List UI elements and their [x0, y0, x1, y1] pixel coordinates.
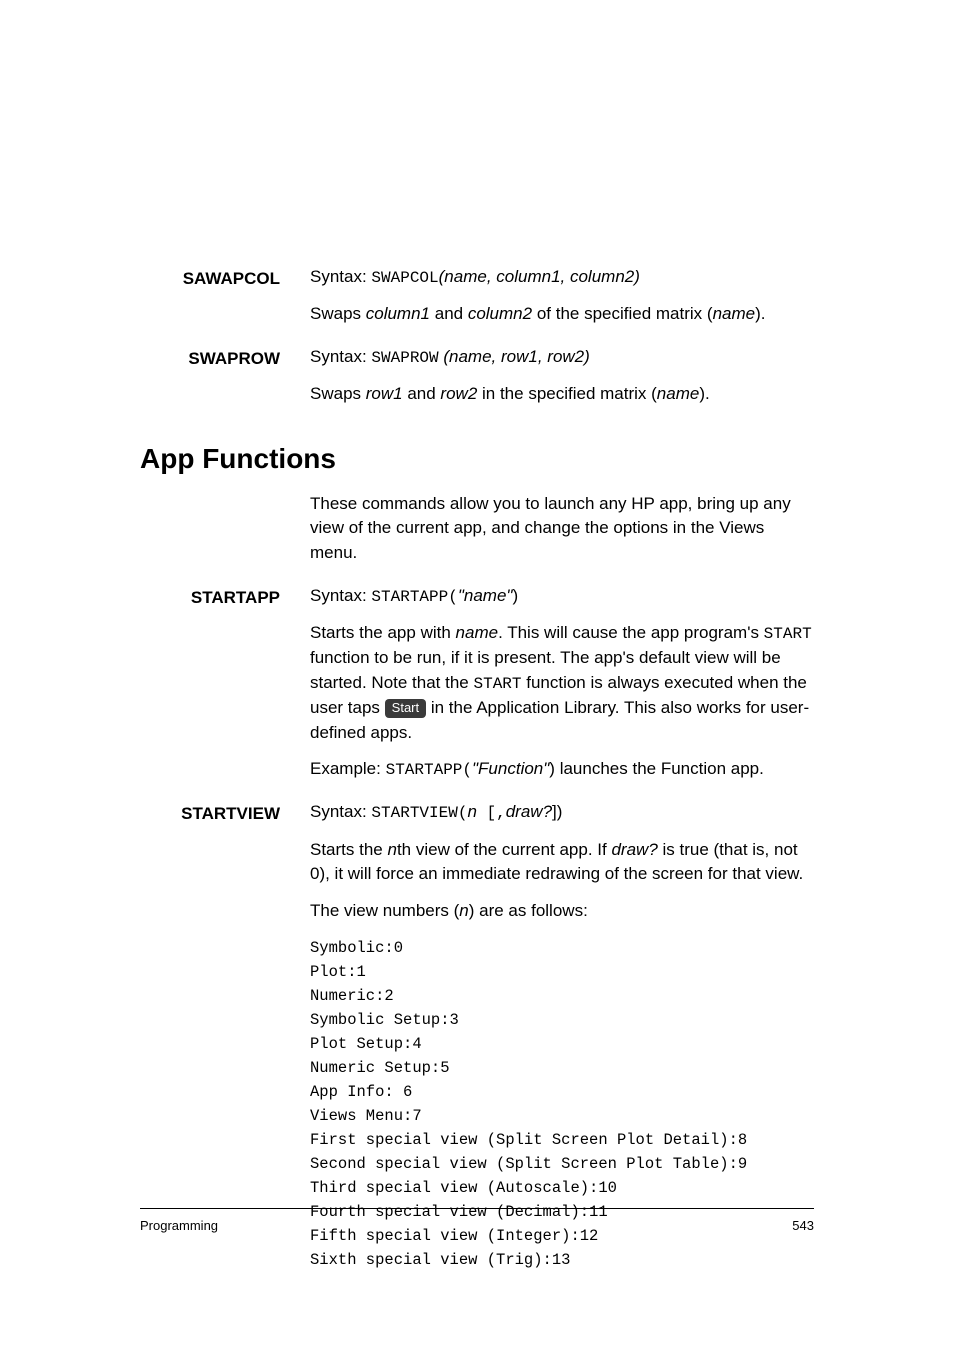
label-col: SAWAPCOL [140, 265, 310, 339]
syntax-prefix: Syntax: [310, 586, 371, 605]
sawapcol-desc: Swaps column1 and column2 of the specifi… [310, 302, 814, 327]
t: row2 [440, 384, 477, 403]
swaprow-label: SWAPROW [188, 349, 280, 368]
swaprow-desc: Swaps row1 and row2 in the specified mat… [310, 382, 814, 407]
t: Swaps [310, 384, 366, 403]
t: in the specified matrix ( [477, 384, 657, 403]
page-footer: Programming 543 [140, 1208, 814, 1235]
startview-syntax: Syntax: STARTVIEW(n [,draw?]) [310, 800, 814, 825]
syntax-close: ]) [552, 802, 562, 821]
t: name [456, 623, 499, 642]
syntax-cmd: STARTVIEW( [371, 804, 467, 822]
syntax-prefix: Syntax: [310, 802, 371, 821]
entry-swaprow: SWAPROW Syntax: SWAPROW (name, row1, row… [140, 345, 814, 419]
t: and [430, 304, 468, 323]
t: ). [699, 384, 709, 403]
sawapcol-label: SAWAPCOL [183, 269, 280, 288]
t: Starts the app with [310, 623, 456, 642]
syntax-args: (name, column1, column2) [439, 267, 640, 286]
entry-startview: STARTVIEW Syntax: STARTVIEW(n [,draw?]) … [140, 800, 814, 1271]
startapp-syntax: Syntax: STARTAPP("name") [310, 584, 814, 609]
page-content: SAWAPCOL Syntax: SWAPCOL(name, column1, … [0, 0, 954, 1272]
label-col: SWAPROW [140, 345, 310, 419]
syntax-prefix: Syntax: [310, 267, 371, 286]
footer-left: Programming [140, 1217, 218, 1235]
t: ) are as follows: [469, 901, 588, 920]
label-col: STARTAPP [140, 584, 310, 795]
content-col: Syntax: SWAPCOL(name, column1, column2) … [310, 265, 814, 339]
t: of the specified matrix ( [532, 304, 712, 323]
startview-p1: Starts the nth view of the current app. … [310, 838, 814, 887]
ex-arg: "Function" [472, 759, 549, 778]
t: START [473, 675, 521, 693]
label-col: STARTVIEW [140, 800, 310, 1271]
entry-startapp: STARTAPP Syntax: STARTAPP("name") Starts… [140, 584, 814, 795]
syntax-args: (name, row1, row2) [439, 347, 590, 366]
syntax-prefix: Syntax: [310, 347, 371, 366]
startapp-example: Example: STARTAPP("Function") launches t… [310, 757, 814, 782]
entry-sawapcol: SAWAPCOL Syntax: SWAPCOL(name, column1, … [140, 265, 814, 339]
t: name [657, 384, 700, 403]
t: Starts the [310, 840, 387, 859]
t: The view numbers ( [310, 901, 459, 920]
startview-label: STARTVIEW [181, 804, 280, 823]
ex-tail: launches the Function app. [555, 759, 764, 778]
content-col: Syntax: STARTAPP("name") Starts the app … [310, 584, 814, 795]
t: column2 [468, 304, 532, 323]
t: ). [755, 304, 765, 323]
ex-cmd: STARTAPP( [386, 761, 472, 779]
t: n [387, 840, 396, 859]
t: Swaps [310, 304, 366, 323]
syntax-arg: "name" [458, 586, 513, 605]
content-col: These commands allow you to launch any H… [310, 492, 814, 578]
t: name [713, 304, 756, 323]
syntax-draw: draw? [506, 802, 552, 821]
entry-intro: These commands allow you to launch any H… [140, 492, 814, 578]
t: START [764, 625, 812, 643]
footer-right: 543 [792, 1217, 814, 1235]
syntax-cmd: SWAPROW [371, 349, 438, 367]
syntax-cmd: SWAPCOL [371, 269, 438, 287]
ex-prefix: Example: [310, 759, 386, 778]
t: draw? [611, 840, 657, 859]
syntax-close: ) [512, 586, 518, 605]
t: and [403, 384, 441, 403]
label-col [140, 492, 310, 578]
start-button-icon: Start [385, 699, 426, 718]
intro-text: These commands allow you to launch any H… [310, 492, 814, 566]
content-col: Syntax: STARTVIEW(n [,draw?]) Starts the… [310, 800, 814, 1271]
startview-p2: The view numbers (n) are as follows: [310, 899, 814, 924]
syntax-cmd: STARTAPP( [371, 588, 457, 606]
startapp-label: STARTAPP [191, 588, 280, 607]
startapp-p1: Starts the app with name. This will caus… [310, 621, 814, 745]
section-title: App Functions [140, 439, 814, 478]
syntax-n: n [467, 802, 476, 821]
t: th view of the current app. If [397, 840, 612, 859]
swaprow-syntax: Syntax: SWAPROW (name, row1, row2) [310, 345, 814, 370]
content-col: Syntax: SWAPROW (name, row1, row2) Swaps… [310, 345, 814, 419]
syntax-mid: [, [477, 804, 506, 822]
t: column1 [366, 304, 430, 323]
sawapcol-syntax: Syntax: SWAPCOL(name, column1, column2) [310, 265, 814, 290]
t: n [459, 901, 468, 920]
t: . This will cause the app program's [498, 623, 764, 642]
t: row1 [366, 384, 403, 403]
